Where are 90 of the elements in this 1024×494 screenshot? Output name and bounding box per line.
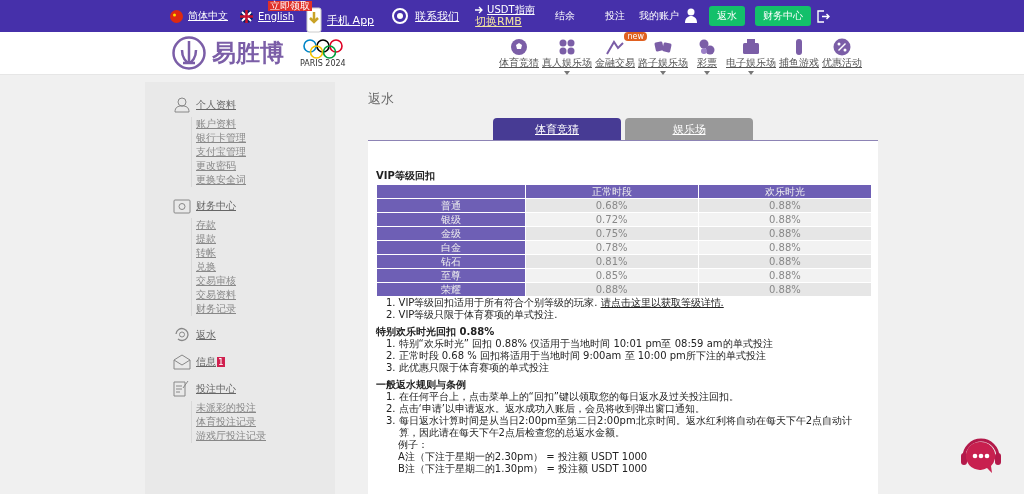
list-text: 特别“欢乐时光” 回扣 0.88% 仅适用于当地时间 10:01 pm至 08:59 am的单式投注 xyxy=(398,338,773,350)
nav-link[interactable]: 彩票 xyxy=(697,55,717,70)
logo-emblem-icon xyxy=(172,36,206,70)
sidebar-link[interactable]: 交易审核 xyxy=(196,274,335,288)
sidebar-link[interactable]: 兑换 xyxy=(196,260,335,274)
currency-switch-link[interactable]: 切换RMB xyxy=(475,16,522,28)
sidebar-link[interactable]: 转帐 xyxy=(196,246,335,260)
percent-icon xyxy=(833,37,851,56)
new-badge: new xyxy=(624,31,647,41)
logout-icon[interactable] xyxy=(816,9,830,23)
olympic-rings-icon xyxy=(301,38,344,59)
user-icon[interactable] xyxy=(684,8,699,24)
list-text: 此优惠只限于体育赛项的单式投注 xyxy=(398,362,549,374)
language-link[interactable]: English xyxy=(258,10,295,22)
list-text: VIP等级回扣适用于所有符合个别等级的玩家. xyxy=(398,297,598,309)
language-link[interactable]: 简体中文 xyxy=(188,9,228,23)
list-number: 1. xyxy=(386,338,396,350)
sidebar-link[interactable]: 更改密码 xyxy=(196,159,335,173)
example-text: B注（下注于星期二的1.30pm） = 投注额 USDT 1000 xyxy=(398,463,648,475)
sidebar-link[interactable]: 交易资料 xyxy=(196,288,335,302)
china-flag-icon xyxy=(170,9,183,23)
nav-link[interactable]: 电子娱乐场 xyxy=(726,55,776,70)
sidebar-link[interactable]: 银行卡管理 xyxy=(196,131,335,145)
contact-link[interactable]: 联系我们 xyxy=(415,8,460,24)
sidebar-section-link[interactable]: 财务中心 xyxy=(196,198,236,213)
user-icon xyxy=(173,96,191,113)
caret-icon xyxy=(704,70,710,75)
caret-icon xyxy=(660,70,666,75)
section-heading: 特别欢乐时光回扣 0.88% xyxy=(376,326,496,338)
tab[interactable]: 体育竞猜 xyxy=(493,118,621,140)
sidebar-link[interactable]: 支付宝管理 xyxy=(196,145,335,159)
arrow-icon xyxy=(475,6,485,14)
unread-count-badge: 1 xyxy=(217,356,225,367)
sidebar-section-link[interactable]: 投注中心 xyxy=(196,381,236,396)
sidebar-link[interactable]: 游戏厅投注记录 xyxy=(196,429,335,443)
account-label: 我的账户 xyxy=(638,9,679,23)
list-number: 1. xyxy=(386,297,396,309)
card-suits-icon xyxy=(558,37,576,56)
olympics-caption: PARIS 2024 xyxy=(300,58,346,68)
list-number: 3. xyxy=(386,415,396,428)
sidebar-section-link[interactable]: 个人资料 xyxy=(196,97,236,112)
logo-text: 易胜博 xyxy=(212,38,284,69)
caret-icon xyxy=(748,70,754,75)
envelope-icon xyxy=(173,353,191,370)
bets-label: 投注 xyxy=(604,9,625,23)
sidebar-link[interactable]: 提款 xyxy=(196,232,335,246)
sidebar-link[interactable]: 账户资料 xyxy=(196,117,335,131)
sidebar-section-link[interactable]: 返水 xyxy=(196,327,216,342)
details-link[interactable]: 请点击这里以获取等级详情. xyxy=(600,297,724,309)
table-header-cell: 正常时段 xyxy=(525,184,699,199)
caret-icon xyxy=(564,70,570,75)
nav-link[interactable]: 捕鱼游戏 xyxy=(779,55,819,70)
sidebar-section-link[interactable]: 信息 xyxy=(196,354,216,369)
page-title: 返水 xyxy=(368,90,395,108)
example-label: 例子： xyxy=(398,439,428,451)
list-text: 正常时段 0.68 % 回扣将适用于当地时间 9:00am 至 10:00 pm所下注的单式投注 xyxy=(398,350,766,362)
nav-link[interactable]: 体育竞猜 xyxy=(499,55,539,70)
list-text: 每日返水计算时间是从当日2:00pm至第二日2:00pm北京时间。返水红利将自动在每天下午2点自动计算，因此请在每天下午2点后检查您的总返水金额。 xyxy=(398,415,853,439)
notepad-icon xyxy=(173,380,191,397)
refresh-coin-icon xyxy=(173,326,191,343)
sidebar-link[interactable]: 财务记录 xyxy=(196,302,335,316)
example-text: A注（下注于星期一的2.30pm） = 投注额 USDT 1000 xyxy=(398,451,648,463)
lottery-balls-icon xyxy=(698,37,716,56)
nav-link[interactable]: 真人娱乐场 xyxy=(542,55,592,70)
sidebar-link[interactable]: 更换安全词 xyxy=(196,173,335,187)
wallet-icon xyxy=(173,197,191,214)
sidebar-link[interactable]: 未派彩的投注 xyxy=(196,401,335,415)
nav-link[interactable]: 金融交易 xyxy=(595,55,635,70)
usdt-guide-link[interactable]: USDT指南 xyxy=(487,4,535,16)
list-number: 2. xyxy=(386,350,396,362)
uk-flag-icon xyxy=(240,9,253,23)
section-heading: 一般返水规则与条例 xyxy=(376,379,467,391)
nav-link[interactable]: 路子娱乐场 xyxy=(638,55,688,70)
tab[interactable]: 娱乐场 xyxy=(625,118,753,140)
list-text: 点击‘申请’以申请返水。返水成功入账后，会员将收到弹出窗口通知。 xyxy=(398,403,705,415)
table-header-cell: 欢乐时光 xyxy=(698,184,872,199)
section-heading: VIP等级回扣 xyxy=(376,170,436,182)
list-number: 1. xyxy=(386,391,396,403)
list-number: 2. xyxy=(386,309,396,321)
sidebar-link[interactable]: 存款 xyxy=(196,218,335,232)
list-text: 在任何平台上，点击菜单上的“回扣”键以领取您的每日返水及过关投注回扣。 xyxy=(398,391,739,403)
balance-label: 结余 xyxy=(554,9,575,23)
sidebar-link[interactable]: 体育投注记录 xyxy=(196,415,335,429)
list-number: 2. xyxy=(386,403,396,415)
list-text: VIP等级只限于体育赛项的单式投注. xyxy=(398,309,558,321)
nav-link[interactable]: 优惠活动 xyxy=(822,55,862,70)
soccer-ball-icon xyxy=(510,37,528,56)
list-number: 3. xyxy=(386,362,396,374)
promo-badge: 立即领取 xyxy=(268,1,313,11)
app-link[interactable]: 手机 App xyxy=(327,12,375,28)
